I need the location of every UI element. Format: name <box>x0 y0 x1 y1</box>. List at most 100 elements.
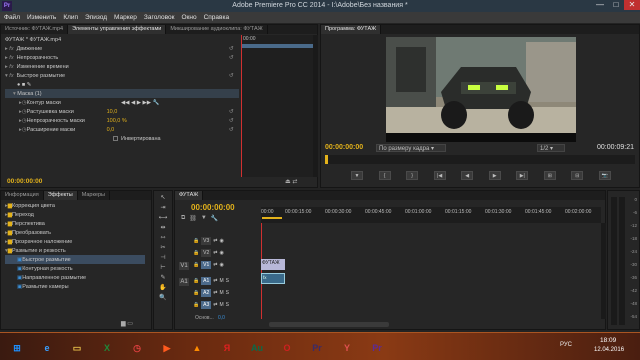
sync-lock-icon[interactable]: ⇄ <box>213 238 217 244</box>
slide-tool-icon[interactable]: ⊢ <box>159 264 168 273</box>
razor-tool-icon[interactable]: ✂ <box>159 244 168 253</box>
tab-sequence[interactable]: ФУТАЖ <box>175 191 204 200</box>
list-item[interactable]: ▣ Направленное размытие <box>5 273 145 282</box>
master-volume[interactable]: 0,0 <box>218 315 225 321</box>
list-item[interactable]: ▸ ▆ Преобразовать <box>5 228 145 237</box>
add-marker-button[interactable]: ▼ <box>351 171 363 180</box>
list-item[interactable]: ▾ ▆ Размытие и резкость <box>5 246 145 255</box>
zoom-tool-icon[interactable]: 🔍 <box>159 294 168 303</box>
snap-icon[interactable]: ⧉ <box>181 215 185 222</box>
menu-sequence[interactable]: Эпизод <box>85 14 107 21</box>
lock-icon[interactable]: 🔒 <box>193 302 199 308</box>
mask-feather-value[interactable]: 10,0 <box>107 109 118 115</box>
sync-lock-icon[interactable]: ⇄ <box>213 262 217 268</box>
solo-button[interactable]: S <box>226 278 229 284</box>
track-label-v2[interactable]: V2 <box>201 249 212 257</box>
invert-checkbox[interactable] <box>113 136 118 141</box>
program-timecode-current[interactable]: 00:00:00:00 <box>325 144 363 151</box>
list-item[interactable]: ▸ ▆ Переход <box>5 210 145 219</box>
tab-effect-controls[interactable]: Элементы управления эффектами <box>68 25 167 34</box>
tab-markers[interactable]: Маркеры <box>78 191 111 200</box>
timeline-vertical-scrollbar[interactable] <box>601 223 606 319</box>
source-patch-v1[interactable]: V1 <box>179 262 189 270</box>
timeline-zoom-scrollbar[interactable] <box>269 322 389 327</box>
menu-clip[interactable]: Клип <box>63 14 78 21</box>
menu-file[interactable]: Файл <box>4 14 20 21</box>
go-to-out-button[interactable]: ▶| <box>516 171 529 180</box>
extract-button[interactable]: ⊟ <box>571 171 584 180</box>
maximize-button[interactable]: □ <box>608 0 624 10</box>
track-label-v3[interactable]: V3 <box>201 237 212 245</box>
track-label-a1[interactable]: A1 <box>201 277 212 285</box>
close-button[interactable]: ✕ <box>624 0 640 10</box>
selection-tool-icon[interactable]: ↖ <box>159 194 168 203</box>
tab-info[interactable]: Информация <box>1 191 44 200</box>
taskbar-yandex-icon[interactable]: Я <box>214 336 240 360</box>
mark-out-button[interactable]: } <box>406 171 419 180</box>
fit-dropdown[interactable]: По размеру кадра ▾ <box>376 144 446 152</box>
mute-button[interactable]: M <box>219 278 223 284</box>
track-mask-controls[interactable]: ◀◀ ◀ ▶ ▶▶ 🔧 <box>121 100 159 106</box>
resolution-dropdown[interactable]: 1/2 ▾ <box>537 144 565 152</box>
menu-marker[interactable]: Маркер <box>114 14 137 21</box>
menu-edit[interactable]: Изменить <box>27 14 56 21</box>
tab-source[interactable]: Источник: ФУТАЖ.mp4 <box>1 25 69 34</box>
lock-icon[interactable]: 🔒 <box>193 238 199 244</box>
pen-mask-icon[interactable]: ✎ <box>27 82 32 88</box>
rate-stretch-tool-icon[interactable]: ⇿ <box>159 234 168 243</box>
export-frame-button[interactable]: 📷 <box>598 171 611 180</box>
effect-mini-timeline[interactable]: 00:00 <box>241 35 313 177</box>
reset-icon[interactable]: ↺ <box>229 109 234 115</box>
program-video-frame[interactable] <box>386 37 576 142</box>
eye-icon[interactable]: ◉ <box>219 262 223 268</box>
reset-icon[interactable]: ↺ <box>229 73 234 79</box>
taskbar-media-icon[interactable]: ▶ <box>154 336 180 360</box>
tab-audio-clip-mixer[interactable]: Микширование аудиоклипа: ФУТАЖ <box>166 25 268 34</box>
taskbar-clock-icon[interactable]: ◷ <box>124 336 150 360</box>
taskbar-vlc-icon[interactable]: ▲ <box>184 336 210 360</box>
mask-opacity-value[interactable]: 100,0 % <box>107 118 127 124</box>
clock-time[interactable]: 18:09 <box>600 337 616 344</box>
solo-button[interactable]: S <box>226 290 229 296</box>
go-to-in-button[interactable]: |◀ <box>433 171 446 180</box>
mute-button[interactable]: M <box>219 290 223 296</box>
lock-icon[interactable]: 🔒 <box>193 262 199 268</box>
effects-scrollbar[interactable] <box>313 35 318 177</box>
play-button[interactable]: ▶ <box>488 171 501 180</box>
timeline-playhead[interactable] <box>261 223 262 319</box>
sync-lock-icon[interactable]: ⇄ <box>213 278 217 284</box>
track-label-v1[interactable]: V1 <box>201 261 212 269</box>
reset-icon[interactable]: ↺ <box>229 46 234 52</box>
lock-icon[interactable]: 🔒 <box>193 290 199 296</box>
list-item[interactable]: ▸ ▆ Перспектива <box>5 219 145 228</box>
list-item-selected[interactable]: ▣ Быстрое размытие <box>5 255 145 264</box>
sync-lock-icon[interactable]: ⇄ <box>213 290 217 296</box>
program-scrub-bar[interactable] <box>325 155 635 164</box>
rolling-edit-tool-icon[interactable]: ⇹ <box>159 224 168 233</box>
settings-wrench-icon[interactable]: 🔧 <box>211 215 218 222</box>
hand-tool-icon[interactable]: ✋ <box>159 284 168 293</box>
new-bin-icon[interactable]: ▆ ▭ <box>121 320 133 327</box>
pen-tool-icon[interactable]: ✎ <box>159 274 168 283</box>
effect-row-fast-blur[interactable]: ▾ fx Быстрое размытие ↺ <box>5 71 239 80</box>
reset-icon[interactable]: ↺ <box>229 127 234 133</box>
video-clip[interactable]: ФУТАЖ <box>261 259 285 270</box>
menu-help[interactable]: Справка <box>204 14 230 21</box>
menu-title[interactable]: Заголовок <box>144 14 175 21</box>
taskbar-premiere-icon[interactable]: Pr <box>364 336 390 360</box>
taskbar-start-icon[interactable]: ⊞ <box>4 336 30 360</box>
clock-date[interactable]: 12.04.2016 <box>594 347 624 353</box>
list-item[interactable]: ▸ ▆ Прозрачное наложение <box>5 237 145 246</box>
menu-window[interactable]: Окно <box>181 14 196 21</box>
mini-playhead[interactable] <box>241 35 242 177</box>
track-label-a2[interactable]: A2 <box>201 289 212 297</box>
ripple-edit-tool-icon[interactable]: ⟷ <box>159 214 168 223</box>
list-item[interactable]: ▸ ▆ Коррекция цвета <box>5 201 145 210</box>
effect-row-time-remap[interactable]: ▸ fx Изменение времени <box>5 62 239 71</box>
step-back-button[interactable]: ◀ <box>461 171 474 180</box>
mute-button[interactable]: M <box>219 302 223 308</box>
taskbar-ie-icon[interactable]: e <box>34 336 60 360</box>
eye-icon[interactable]: ◉ <box>219 250 223 256</box>
tab-effects[interactable]: Эффекты <box>43 191 78 200</box>
taskbar-excel-icon[interactable]: X <box>94 336 120 360</box>
